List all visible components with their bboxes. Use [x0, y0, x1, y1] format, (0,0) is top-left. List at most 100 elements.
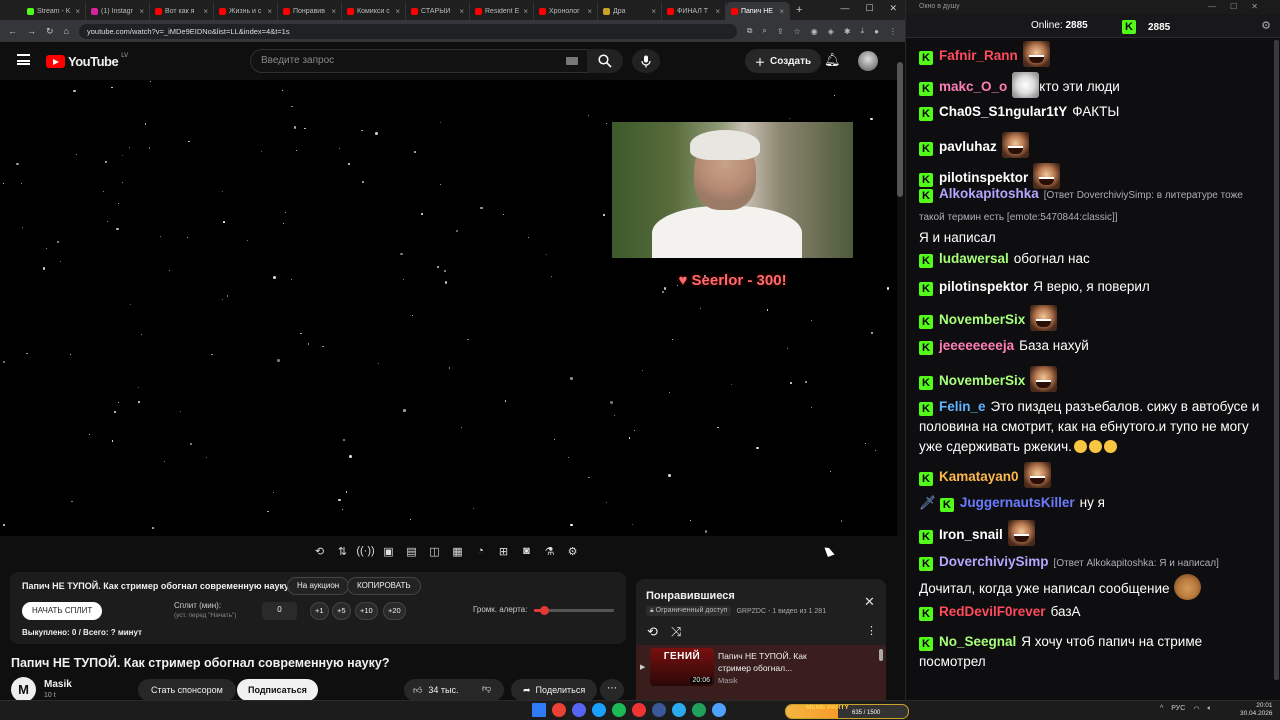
browser-tab[interactable]: Папич НЕ ×	[726, 2, 790, 20]
chat-username[interactable]: RedDevilF0rever	[939, 604, 1046, 619]
browser-tab[interactable]: (1) Instagr ×	[86, 2, 150, 20]
alert-volume-knob[interactable]	[539, 606, 549, 615]
add-video-icon[interactable]: ⊞	[494, 542, 513, 560]
split-minutes-input[interactable]: 0	[262, 602, 297, 620]
url-field[interactable]: youtube.com/watch?v=_iMDe9EIDNo&list=LL&…	[78, 23, 737, 39]
to-auction-button[interactable]: На аукцион	[287, 577, 350, 595]
spotify-icon[interactable]	[612, 703, 626, 717]
hamburger-menu-icon[interactable]	[17, 54, 30, 65]
tab-close-icon[interactable]: ×	[75, 7, 80, 16]
chat-username[interactable]: Alkokapitoshka	[939, 186, 1039, 201]
app-icon[interactable]	[712, 703, 726, 717]
tab-close-icon[interactable]: ×	[331, 7, 336, 16]
chat-scrollbar[interactable]	[1274, 40, 1279, 700]
maximize-icon[interactable]: ☐	[865, 3, 873, 14]
chat-username[interactable]: ludawersal	[939, 251, 1009, 266]
extension-icon[interactable]: ◉	[811, 27, 818, 36]
add-5-button[interactable]: +5	[332, 602, 351, 620]
chat-username[interactable]: pilotinspektor	[939, 170, 1028, 185]
youtube-logo[interactable]: YouTube LV	[46, 53, 128, 69]
minimize-icon[interactable]: —	[840, 3, 849, 14]
back-icon[interactable]: ←	[8, 26, 17, 36]
tab-close-icon[interactable]: ×	[459, 7, 464, 16]
search-input[interactable]: Введите запрос	[250, 49, 588, 73]
search-button[interactable]	[587, 49, 623, 73]
loop-playlist-icon[interactable]: ⟲	[647, 624, 658, 640]
app-icon[interactable]	[632, 703, 646, 717]
browser-tab[interactable]: СТАРЫЙ ×	[406, 2, 470, 20]
chat-scroll-thumb[interactable]	[1274, 40, 1279, 680]
tab-close-icon[interactable]: ×	[523, 7, 528, 16]
alert-volume-slider[interactable]	[534, 606, 614, 615]
browser-tab[interactable]: Комикси с ×	[342, 2, 406, 20]
speed-gauge-icon[interactable]: ◔	[471, 542, 490, 560]
copy-button[interactable]: КОПИРОВАТЬ	[347, 577, 421, 595]
subscribe-button[interactable]: Подписаться	[237, 679, 318, 701]
chat-username[interactable]: Kamatayan0	[939, 469, 1019, 484]
browser-tab[interactable]: ФИНАЛ Т ×	[662, 2, 726, 20]
more-actions-button[interactable]: ⋯	[600, 679, 624, 701]
tray-chevron-icon[interactable]: ^	[1160, 705, 1163, 713]
channel-avatar[interactable]: M	[11, 677, 36, 702]
puzzle-icon[interactable]: ✱	[844, 27, 851, 36]
add-20-button[interactable]: +20	[383, 602, 406, 620]
playlist-mode-icon[interactable]: ▦	[448, 542, 467, 560]
tab-close-icon[interactable]: ×	[395, 7, 400, 16]
close-window-icon[interactable]: ✕	[889, 3, 897, 14]
flask-icon[interactable]: ⚗	[540, 542, 559, 560]
profile-icon[interactable]: ●	[874, 27, 879, 36]
meme-party-widget[interactable]: MEME PARTY 635 / 1500	[785, 704, 909, 719]
loop-icon[interactable]: ⟲	[310, 542, 329, 560]
chat-username[interactable]: Cha0S_S1ngular1tY	[939, 104, 1067, 119]
clapper-icon[interactable]: ▤	[402, 542, 421, 560]
playlist-scrollbar[interactable]	[879, 649, 883, 661]
settings-gear-icon[interactable]: ⚙	[563, 542, 582, 560]
wifi-icon[interactable]: ◠	[1193, 705, 1199, 713]
extension-icon[interactable]: ◈	[828, 27, 834, 36]
page-scrollbar[interactable]	[897, 62, 903, 197]
chat-username[interactable]: NovemberSix	[939, 312, 1025, 327]
thumbs-down-icon[interactable]: 👎︎	[482, 683, 491, 694]
app-icon[interactable]	[692, 703, 706, 717]
browser-tab[interactable]: Resident E ×	[470, 2, 534, 20]
keyboard-icon[interactable]	[566, 57, 578, 65]
chat-username[interactable]: DoverchiviySimp	[939, 554, 1049, 569]
tab-close-icon[interactable]: ×	[779, 7, 784, 16]
app-icon[interactable]	[652, 703, 666, 717]
chat-username[interactable]: Iron_snail	[939, 527, 1003, 542]
playlist-item[interactable]: ▶ ГЕНИЙ 20:06 Папич НЕ ТУПОЙ. Как стриме…	[636, 645, 886, 700]
shuffle-icon[interactable]: ⤨	[671, 624, 681, 640]
tab-close-icon[interactable]: ×	[267, 7, 272, 16]
bookmark-star-icon[interactable]: ☆	[794, 27, 801, 36]
add-10-button[interactable]: +10	[355, 602, 378, 620]
browser-tab[interactable]: Понравив ×	[278, 2, 342, 20]
home-icon[interactable]: ⌂	[64, 26, 69, 36]
chat-username[interactable]: Fafnir_Rann	[939, 48, 1018, 63]
chat-username[interactable]: pilotinspektor	[939, 279, 1028, 294]
audio-wave-icon[interactable]: ((·))	[356, 542, 375, 560]
download-icon[interactable]: ⤓	[861, 26, 865, 36]
chat-settings-icon[interactable]: ⚙	[1261, 19, 1271, 32]
chat-window-controls[interactable]: —☐✕	[1208, 2, 1272, 11]
tab-close-icon[interactable]: ×	[587, 7, 592, 16]
install-icon[interactable]: ⧉	[747, 26, 753, 36]
close-icon[interactable]: ✕	[864, 594, 875, 610]
sort-icon[interactable]: ⇅	[333, 542, 352, 560]
browser-tab[interactable]: Stream - K ×	[22, 2, 86, 20]
steam-icon[interactable]	[592, 703, 606, 717]
account-avatar[interactable]	[858, 51, 878, 71]
speaker-icon[interactable]: 🔈︎	[1207, 705, 1211, 713]
browser-tab[interactable]: Жизнь и с ×	[214, 2, 278, 20]
chrome-icon[interactable]	[552, 703, 566, 717]
browser-tab[interactable]: Дра ×	[598, 2, 662, 20]
forward-icon[interactable]: →	[27, 26, 36, 36]
video-settings-icon[interactable]: ▣	[379, 542, 398, 560]
browser-menu-icon[interactable]: ⋮	[889, 27, 897, 36]
reload-icon[interactable]: ↻	[46, 26, 54, 37]
channel-name[interactable]: Masik	[44, 679, 72, 690]
screenshot-camera-icon[interactable]: ◙	[517, 542, 536, 560]
chat-username[interactable]: pavluhaz	[939, 139, 997, 154]
discord-icon[interactable]	[572, 703, 586, 717]
video-player[interactable]: ♥ Seerlor - 300!	[0, 80, 897, 536]
chat-username[interactable]: Felin_e	[939, 399, 986, 414]
